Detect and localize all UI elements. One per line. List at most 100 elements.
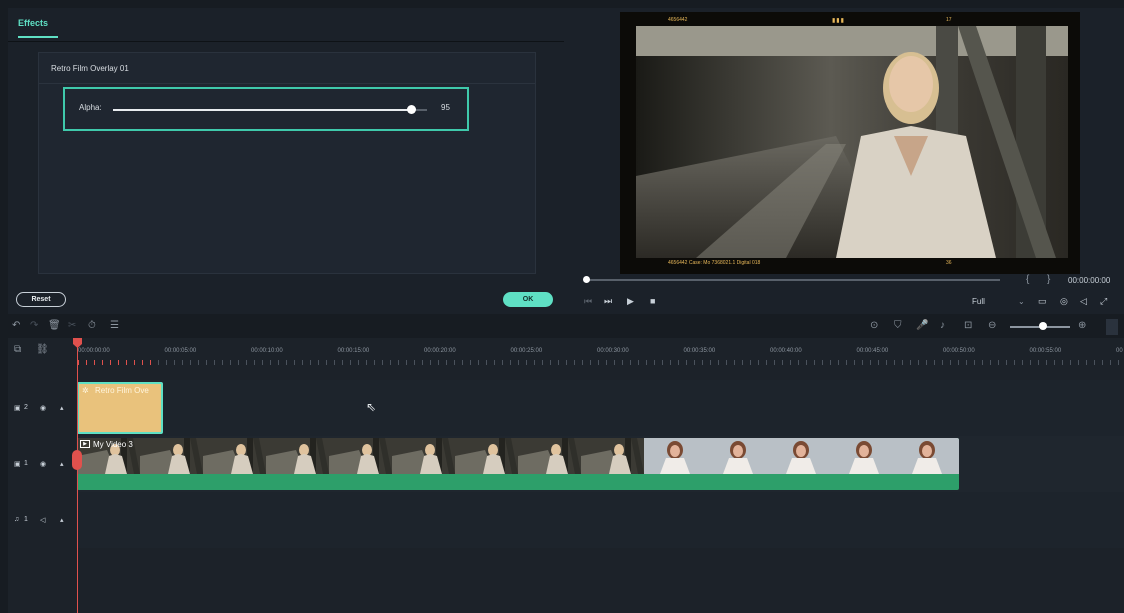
track-video-2[interactable] bbox=[76, 380, 1124, 436]
track-number: 1 bbox=[24, 460, 28, 467]
preview-panel: 4656442 ▮▮▮ 17 4656442 Case: Mo 7368021.… bbox=[564, 8, 1124, 314]
ruler-tick-label: 00:00:25:00 bbox=[510, 348, 543, 354]
lock-icon[interactable]: ▴ bbox=[60, 516, 64, 524]
video-clip[interactable]: ▶ My Video 3 bbox=[77, 438, 959, 490]
film-frame-mark: ▮▮▮ bbox=[832, 18, 845, 24]
fullscreen-icon[interactable]: ⤢ bbox=[1100, 296, 1107, 307]
visibility-eye-icon[interactable]: ◉ bbox=[40, 460, 46, 468]
effect-settings-box: Retro Film Overlay 01 Alpha: 95 bbox=[38, 52, 536, 274]
effect-icon: ✲ bbox=[82, 386, 89, 395]
ok-button[interactable]: OK bbox=[503, 292, 553, 307]
video-thumbnail bbox=[770, 438, 833, 474]
alpha-slider-thumb[interactable] bbox=[407, 105, 417, 114]
subtitle-icon[interactable]: ⊡ bbox=[964, 320, 972, 331]
chevron-down-icon[interactable]: ⌄ bbox=[1018, 297, 1025, 306]
preview-video[interactable]: 4656442 ▮▮▮ 17 4656442 Case: Mo 7368021.… bbox=[620, 12, 1080, 274]
render-icon[interactable]: ⊙ bbox=[870, 320, 878, 331]
mask-icon[interactable]: ⛉ bbox=[894, 320, 902, 331]
film-frame-code: 4656442 bbox=[668, 17, 688, 23]
voiceover-icon[interactable]: ♪ bbox=[940, 320, 945, 331]
playhead-split-marker[interactable] bbox=[72, 450, 82, 470]
video-frame-image bbox=[636, 26, 1068, 258]
video-thumbnail bbox=[455, 438, 518, 474]
playhead[interactable] bbox=[77, 338, 78, 613]
preview-scrubber-thumb[interactable] bbox=[583, 276, 590, 283]
ruler-tick-label: 00:00:10:00 bbox=[251, 348, 283, 354]
frame-forward-icon[interactable]: ⏭ bbox=[604, 296, 612, 307]
track-number: 2 bbox=[24, 404, 28, 411]
time-ruler[interactable]: ⧉ ⛓ 00:00:00:00 00:00:05:00 00:00:10:00 00:… bbox=[8, 338, 1124, 366]
quality-select[interactable]: Full bbox=[972, 297, 985, 306]
mark-out-button[interactable]: } bbox=[1047, 274, 1050, 285]
video-thumbnail bbox=[329, 438, 392, 474]
alpha-label: Alpha: bbox=[79, 103, 102, 112]
cut-icon[interactable]: ✂ bbox=[68, 320, 76, 331]
mark-in-button[interactable]: { bbox=[1026, 274, 1029, 285]
track-number: 1 bbox=[24, 516, 28, 523]
video-thumbnail bbox=[140, 438, 203, 474]
track-audio-1[interactable] bbox=[76, 492, 1124, 548]
microphone-icon[interactable]: 🎤 bbox=[916, 320, 928, 331]
ruler-tick-label: 00:00:50:00 bbox=[943, 348, 975, 354]
panel-toggle[interactable] bbox=[1106, 319, 1118, 335]
film-frame-caption: 4656442 Case: Mo 7368021.1 Digital 018 bbox=[668, 260, 761, 266]
step-back-icon[interactable]: ⏮ bbox=[584, 296, 592, 307]
audio-track-icon: ♫ bbox=[14, 516, 20, 523]
video-thumbnail bbox=[833, 438, 896, 474]
stop-icon[interactable]: ■ bbox=[650, 296, 655, 306]
ruler-tick-label: 00:00:00:00 bbox=[78, 348, 110, 354]
play-icon[interactable]: ▶ bbox=[627, 296, 634, 307]
adjust-icon[interactable]: ☰ bbox=[110, 320, 119, 331]
link-icon[interactable]: ⛓ bbox=[36, 344, 49, 355]
ruler-tick-label: 00:00:35:00 bbox=[683, 348, 716, 354]
effect-name: Retro Film Overlay 01 bbox=[51, 64, 129, 73]
ruler-tick-label: 00:00:55:00 bbox=[1029, 348, 1062, 354]
video-clip-label: My Video 3 bbox=[93, 440, 133, 449]
redo-icon[interactable]: ↷ bbox=[30, 320, 38, 331]
video-thumbnail bbox=[896, 438, 959, 474]
speed-icon[interactable]: ⏱ bbox=[88, 320, 96, 331]
ruler-tick-marks bbox=[78, 360, 1124, 365]
ruler-tick-label: 00:00:40:00 bbox=[770, 348, 802, 354]
volume-icon[interactable]: ◁ bbox=[1080, 296, 1087, 307]
timeline-toolbar: ↶ ↷ 🗑 ✂ ⏱ ☰ ⊙ ⛉ 🎤 ♪ ⊡ ⊖ ⊕ bbox=[8, 316, 1124, 338]
delete-icon[interactable]: 🗑 bbox=[48, 320, 61, 331]
lock-icon[interactable]: ▴ bbox=[60, 460, 64, 468]
preview-scrubber[interactable] bbox=[586, 279, 1000, 281]
film-frame-number-bottom: 36 bbox=[946, 260, 952, 266]
visibility-eye-icon[interactable]: ◉ bbox=[40, 404, 46, 412]
effect-clip[interactable]: ✲ Retro Film Ove bbox=[77, 382, 163, 434]
display-icon[interactable]: ▭ bbox=[1038, 296, 1047, 307]
effect-clip-label: Retro Film Ove bbox=[95, 386, 149, 395]
video-thumbnail bbox=[392, 438, 455, 474]
lock-icon[interactable]: ▴ bbox=[60, 404, 64, 412]
ruler-tick-label: 00:00:20:00 bbox=[424, 348, 456, 354]
tab-effects[interactable]: Effects bbox=[18, 18, 58, 38]
video-track-icon: ▣ bbox=[14, 461, 21, 468]
video-thumbnail bbox=[266, 438, 329, 474]
alpha-slider-fill bbox=[113, 109, 412, 111]
ruler-tick-label: 00:00:45:00 bbox=[856, 348, 889, 354]
divider bbox=[39, 83, 535, 84]
effects-tab-strip bbox=[8, 8, 564, 42]
alpha-slider-row: Alpha: 95 bbox=[63, 87, 469, 131]
add-track-icon[interactable]: ⧉ bbox=[14, 344, 21, 355]
speaker-icon[interactable]: ◁ bbox=[40, 516, 45, 524]
undo-icon[interactable]: ↶ bbox=[12, 320, 20, 331]
film-frame-number: 17 bbox=[946, 17, 952, 23]
preview-timecode: 00:00:00:00 bbox=[1068, 276, 1111, 285]
video-thumbnail bbox=[203, 438, 266, 474]
effects-panel: Effects Retro Film Overlay 01 Alpha: 95 … bbox=[8, 8, 564, 314]
snapshot-icon[interactable]: ◎ bbox=[1060, 296, 1068, 307]
zoom-in-icon[interactable]: ⊕ bbox=[1078, 320, 1086, 331]
alpha-value[interactable]: 95 bbox=[441, 103, 450, 112]
alpha-slider[interactable] bbox=[113, 105, 427, 114]
ruler-tick-label: 00 bbox=[1116, 348, 1123, 354]
zoom-out-icon[interactable]: ⊖ bbox=[988, 320, 996, 331]
zoom-slider-thumb[interactable] bbox=[1039, 322, 1047, 330]
mouse-cursor-icon: ⇖ bbox=[366, 400, 377, 414]
reset-button[interactable]: Reset bbox=[16, 292, 66, 307]
video-thumbnails bbox=[77, 438, 959, 474]
ruler-tick-label: 00:00:15:00 bbox=[337, 348, 370, 354]
video-thumbnail bbox=[644, 438, 707, 474]
